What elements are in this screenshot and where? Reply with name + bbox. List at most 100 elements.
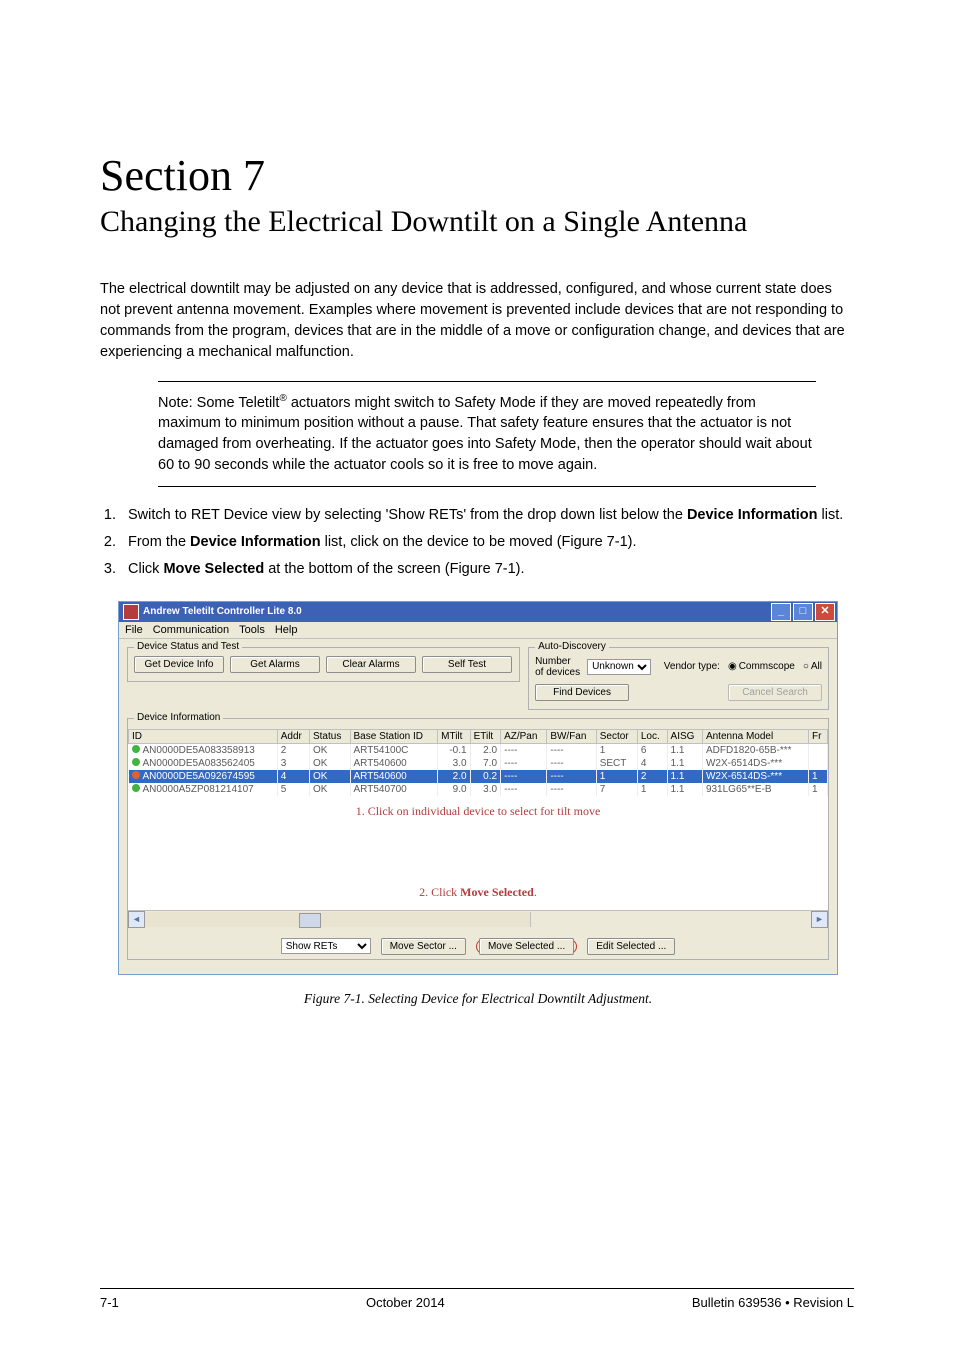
step-2: From the Device Information list, click …	[120, 532, 854, 553]
column-header[interactable]: Antenna Model	[702, 729, 808, 743]
table-cell: ART54100C	[350, 743, 438, 757]
footer-center: October 2014	[366, 1295, 445, 1310]
page-footer: 7-1 October 2014 Bulletin 639536 • Revis…	[100, 1288, 854, 1310]
scroll-right-icon[interactable]: ►	[811, 911, 828, 928]
table-cell: OK	[309, 743, 350, 757]
table-cell: 7.0	[470, 757, 501, 770]
table-row[interactable]: AN0000DE5A0833589132OKART54100C-0.12.0--…	[129, 743, 828, 757]
table-cell	[809, 743, 828, 757]
edit-selected-button[interactable]: Edit Selected ...	[587, 938, 675, 955]
radio-label: All	[811, 661, 822, 672]
auto-discovery-group: Auto-Discovery Number of devices Unknown…	[528, 647, 829, 710]
num-devices-combo[interactable]: Unknown	[587, 659, 651, 675]
screenshot-figure: Andrew Teletilt Controller Lite 8.0 _ □ …	[118, 601, 838, 1007]
column-header[interactable]: BW/Fan	[547, 729, 596, 743]
column-header[interactable]: AZ/Pan	[501, 729, 547, 743]
table-row[interactable]: AN0000DE5A0926745954OKART5406002.00.2---…	[129, 770, 828, 783]
table-cell: 6	[637, 743, 667, 757]
table-cell: 3	[277, 757, 309, 770]
get-device-info-button[interactable]: Get Device Info	[134, 656, 224, 673]
table-row[interactable]: AN0000A5ZP0812141075OKART5407009.03.0---…	[129, 783, 828, 796]
table-cell: ----	[547, 783, 596, 796]
table-cell: 1.1	[667, 770, 702, 783]
table-cell: AN0000DE5A083562405	[129, 757, 278, 770]
figure-caption: Figure 7-1. Selecting Device for Electri…	[118, 991, 838, 1007]
close-button[interactable]: ✕	[815, 603, 835, 621]
column-header[interactable]: AISG	[667, 729, 702, 743]
menu-communication[interactable]: Communication	[153, 624, 229, 636]
device-information-group: Device Information IDAddrStatusBase Stat…	[127, 718, 829, 960]
table-cell: ----	[547, 757, 596, 770]
table-cell: SECT	[596, 757, 637, 770]
table-cell: -0.1	[438, 743, 470, 757]
move-sector-button[interactable]: Move Sector ...	[381, 938, 466, 955]
cancel-search-button[interactable]: Cancel Search	[728, 684, 822, 701]
annot-text: .	[534, 885, 537, 899]
column-header[interactable]: Loc.	[637, 729, 667, 743]
step-text: list.	[817, 507, 843, 523]
clear-alarms-button[interactable]: Clear Alarms	[326, 656, 416, 673]
step-text: Click	[128, 561, 163, 577]
column-header[interactable]: Sector	[596, 729, 637, 743]
menu-help[interactable]: Help	[275, 624, 298, 636]
menu-bar: File Communication Tools Help	[119, 622, 837, 639]
menu-file[interactable]: File	[125, 624, 143, 636]
note-prefix: Note: Some Teletilt	[158, 394, 279, 410]
device-status-group: Device Status and Test Get Device Info G…	[127, 647, 520, 682]
table-cell: ----	[547, 743, 596, 757]
move-selected-highlight: Move Selected ...	[476, 939, 577, 954]
table-cell: ART540600	[350, 757, 438, 770]
annot-text: 2. Click	[419, 885, 460, 899]
table-cell: 1	[596, 770, 637, 783]
table-cell	[809, 757, 828, 770]
column-header[interactable]: Addr	[277, 729, 309, 743]
status-dot-icon	[132, 758, 140, 766]
vendor-commscope-radio[interactable]: ◉ Commscope	[728, 661, 795, 672]
table-cell: OK	[309, 770, 350, 783]
self-test-button[interactable]: Self Test	[422, 656, 512, 673]
window-title: Andrew Teletilt Controller Lite 8.0	[143, 606, 302, 617]
table-cell: 1.1	[667, 743, 702, 757]
column-header[interactable]: Base Station ID	[350, 729, 438, 743]
table-cell: 1	[637, 783, 667, 796]
table-cell: 3.0	[438, 757, 470, 770]
table-cell: ----	[501, 757, 547, 770]
status-dot-icon	[132, 784, 140, 792]
group-legend: Device Information	[134, 712, 223, 723]
find-devices-button[interactable]: Find Devices	[535, 684, 629, 701]
footer-left: 7-1	[100, 1295, 119, 1310]
show-rets-combo[interactable]: Show RETs	[281, 938, 371, 954]
step-bold: Device Information	[190, 534, 321, 550]
vendor-label: Vendor type:	[664, 661, 720, 672]
get-alarms-button[interactable]: Get Alarms	[230, 656, 320, 673]
move-selected-button[interactable]: Move Selected ...	[479, 938, 574, 955]
column-header[interactable]: ID	[129, 729, 278, 743]
maximize-button[interactable]: □	[793, 603, 813, 621]
step-bold: Move Selected	[163, 561, 264, 577]
column-header[interactable]: ETilt	[470, 729, 501, 743]
note-block: Note: Some Teletilt® actuators might swi…	[158, 381, 816, 488]
vendor-all-radio[interactable]: ○ All	[803, 661, 822, 672]
table-cell: 1	[809, 783, 828, 796]
table-cell: 2.0	[470, 743, 501, 757]
table-cell: 7	[596, 783, 637, 796]
table-cell: 0.2	[470, 770, 501, 783]
table-row[interactable]: AN0000DE5A0835624053OKART5406003.07.0---…	[129, 757, 828, 770]
column-header[interactable]: MTilt	[438, 729, 470, 743]
column-header[interactable]: Fr	[809, 729, 828, 743]
annot-bold: Move Selected	[460, 885, 534, 899]
table-cell: 1	[596, 743, 637, 757]
section-subtitle: Changing the Electrical Downtilt on a Si…	[100, 203, 854, 241]
horizontal-scrollbar[interactable]: ◄ ►	[128, 910, 828, 928]
minimize-button[interactable]: _	[771, 603, 791, 621]
scroll-left-icon[interactable]: ◄	[128, 911, 145, 928]
table-header-row: IDAddrStatusBase Station IDMTiltETiltAZ/…	[129, 729, 828, 743]
table-cell: 2	[277, 743, 309, 757]
column-header[interactable]: Status	[309, 729, 350, 743]
table-cell: ----	[501, 743, 547, 757]
device-table: IDAddrStatusBase Station IDMTiltETiltAZ/…	[128, 729, 828, 796]
group-legend: Device Status and Test	[134, 641, 242, 652]
steps-list: Switch to RET Device view by selecting '…	[100, 505, 854, 580]
menu-tools[interactable]: Tools	[239, 624, 265, 636]
status-dot-icon	[132, 771, 140, 779]
